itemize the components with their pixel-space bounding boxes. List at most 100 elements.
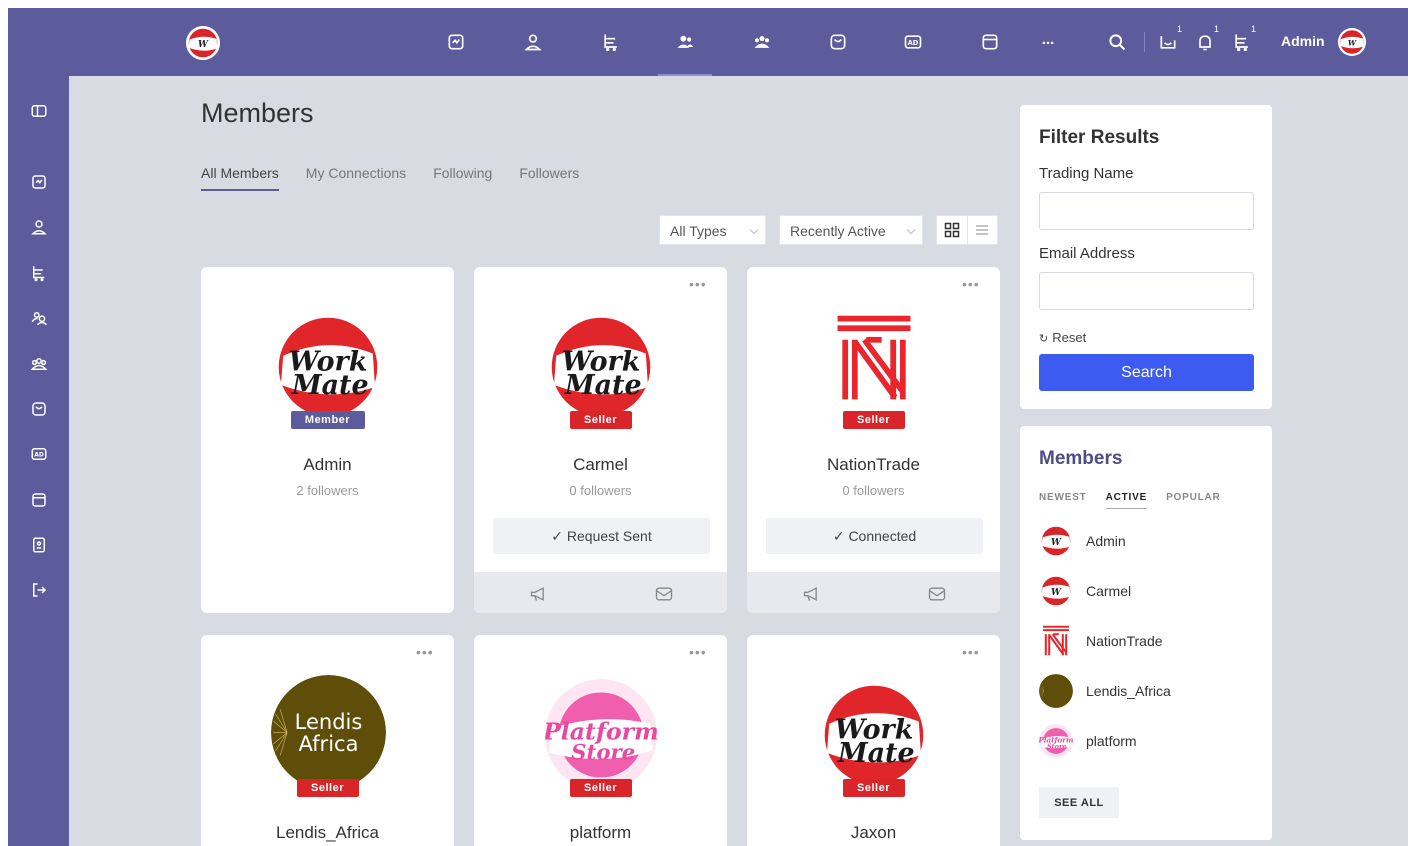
- member-name[interactable]: Carmel: [474, 455, 727, 475]
- member-card[interactable]: Member Admin 2 followers: [201, 267, 454, 613]
- app-window: AD 1 1 1 Admin AD Members All Members My…: [8, 8, 1408, 846]
- list-item[interactable]: Lendis_Africa: [1039, 674, 1171, 708]
- view-toggle: [936, 215, 998, 245]
- member-badge: Member: [290, 411, 365, 429]
- list-item-name[interactable]: platform: [1086, 733, 1137, 749]
- tab-my-connections[interactable]: My Connections: [306, 165, 406, 191]
- nav-pages-icon[interactable]: [963, 8, 1017, 76]
- megaphone-icon[interactable]: [802, 584, 822, 604]
- members-widget-title: Members: [1039, 448, 1123, 469]
- top-navbar: AD 1 1 1 Admin: [8, 8, 1408, 76]
- request-sent-button[interactable]: ✓ Request Sent: [493, 518, 710, 554]
- nav-more-icon[interactable]: [1021, 8, 1075, 76]
- sidebar-groups-icon[interactable]: [28, 353, 50, 375]
- current-user-avatar[interactable]: [1338, 28, 1366, 56]
- grid-view-icon[interactable]: [937, 216, 968, 244]
- cart-icon[interactable]: 1: [1230, 24, 1256, 54]
- workmate-logo[interactable]: [818, 679, 930, 791]
- more-options-icon[interactable]: •••: [689, 277, 707, 291]
- nav-activity-icon[interactable]: [429, 8, 483, 76]
- list-item[interactable]: NationTrade: [1039, 624, 1163, 658]
- sidebar-toggle-icon[interactable]: [28, 100, 50, 122]
- sidebar-activity-icon[interactable]: [28, 171, 50, 193]
- current-user-name[interactable]: Admin: [1281, 33, 1325, 49]
- member-name[interactable]: NationTrade: [747, 455, 1000, 475]
- nav-profile-icon[interactable]: [506, 8, 560, 76]
- more-options-icon[interactable]: •••: [962, 645, 980, 659]
- sidebar-cart-icon[interactable]: [28, 262, 50, 284]
- member-card[interactable]: ••• Seller Carmel 0 followers ✓ Request …: [474, 267, 727, 613]
- tab-popular[interactable]: POPULAR: [1166, 492, 1221, 509]
- tab-active[interactable]: ACTIVE: [1105, 492, 1148, 509]
- member-card[interactable]: ••• Seller NationTrade 0 followers ✓ Con…: [747, 267, 1000, 613]
- messages-icon[interactable]: 1: [1156, 24, 1182, 54]
- member-name[interactable]: Jaxon: [747, 823, 1000, 843]
- seller-badge: Seller: [296, 779, 359, 797]
- trading-name-input[interactable]: [1039, 192, 1254, 230]
- sidebar-pages-icon[interactable]: [28, 489, 50, 511]
- list-view-icon[interactable]: [968, 216, 998, 244]
- workmate-logo[interactable]: [272, 311, 384, 423]
- list-item[interactable]: Carmel: [1039, 574, 1131, 608]
- notifications-icon[interactable]: 1: [1193, 24, 1219, 54]
- tab-all-members[interactable]: All Members: [201, 165, 279, 191]
- tab-newest[interactable]: NEWEST: [1039, 492, 1087, 509]
- member-name[interactable]: Admin: [201, 455, 454, 475]
- envelope-icon[interactable]: [927, 584, 947, 604]
- sidebar-members-icon[interactable]: [28, 307, 50, 329]
- nav-members-icon[interactable]: [658, 8, 712, 76]
- member-card[interactable]: ••• Lendis Africa Seller Lendis_Africa: [201, 635, 454, 846]
- workmate-logo: [1039, 524, 1073, 558]
- member-name[interactable]: Lendis_Africa: [201, 823, 454, 843]
- member-name[interactable]: platform: [474, 823, 727, 843]
- more-options-icon[interactable]: •••: [689, 645, 707, 659]
- search-button[interactable]: Search: [1039, 354, 1254, 391]
- site-logo[interactable]: [186, 26, 220, 60]
- workmate-logo[interactable]: [545, 311, 657, 423]
- sort-select[interactable]: Recently Active: [779, 215, 923, 245]
- sidebar-profile-icon[interactable]: [28, 216, 50, 238]
- member-card[interactable]: ••• Seller platform: [474, 635, 727, 846]
- list-item-name[interactable]: NationTrade: [1086, 633, 1163, 649]
- list-item[interactable]: Admin: [1039, 524, 1126, 558]
- nav-marketplace-icon[interactable]: [811, 8, 865, 76]
- megaphone-icon[interactable]: [529, 584, 549, 604]
- member-followers: 2 followers: [296, 483, 359, 498]
- more-options-icon[interactable]: •••: [962, 277, 980, 291]
- sidebar-logout-icon[interactable]: [28, 579, 50, 601]
- list-item[interactable]: platform: [1039, 724, 1137, 758]
- sidebar-directory-icon[interactable]: [28, 534, 50, 556]
- type-select[interactable]: All Types: [659, 215, 766, 245]
- lendis-africa-logo: [1039, 674, 1073, 708]
- envelope-icon[interactable]: [654, 584, 674, 604]
- see-all-button[interactable]: SEE ALL: [1039, 787, 1119, 818]
- platform-store-logo[interactable]: [545, 679, 657, 791]
- type-select-value: All Types: [670, 223, 727, 239]
- page-title: Members: [201, 98, 314, 128]
- seller-badge: Seller: [842, 779, 905, 797]
- tab-followers[interactable]: Followers: [519, 165, 579, 191]
- nav-groups-icon[interactable]: [735, 8, 789, 76]
- sidebar-marketplace-icon[interactable]: [28, 398, 50, 420]
- left-sidebar: AD: [8, 76, 69, 846]
- nationtrade-logo[interactable]: [826, 311, 922, 407]
- members-widget-tabs: NEWEST ACTIVE POPULAR: [1039, 492, 1240, 509]
- connected-button[interactable]: ✓ Connected: [766, 518, 983, 554]
- nationtrade-logo: [1039, 624, 1073, 658]
- nav-ads-icon[interactable]: AD: [886, 8, 940, 76]
- email-input[interactable]: [1039, 272, 1254, 310]
- notifications-count: 1: [1213, 24, 1219, 34]
- search-icon[interactable]: [1105, 30, 1129, 54]
- member-followers: 0 followers: [842, 483, 905, 498]
- member-card[interactable]: ••• Seller Jaxon: [747, 635, 1000, 846]
- logo-text: Africa: [298, 732, 359, 756]
- list-item-name[interactable]: Lendis_Africa: [1086, 683, 1171, 699]
- lendis-africa-logo[interactable]: Lendis Africa: [271, 675, 386, 790]
- nav-cart-icon[interactable]: [584, 8, 638, 76]
- sidebar-ads-icon[interactable]: AD: [28, 443, 50, 465]
- list-item-name[interactable]: Admin: [1086, 533, 1126, 549]
- list-item-name[interactable]: Carmel: [1086, 583, 1131, 599]
- tab-following[interactable]: Following: [433, 165, 492, 191]
- more-options-icon[interactable]: •••: [416, 645, 434, 659]
- reset-link[interactable]: ↻ Reset: [1039, 330, 1086, 345]
